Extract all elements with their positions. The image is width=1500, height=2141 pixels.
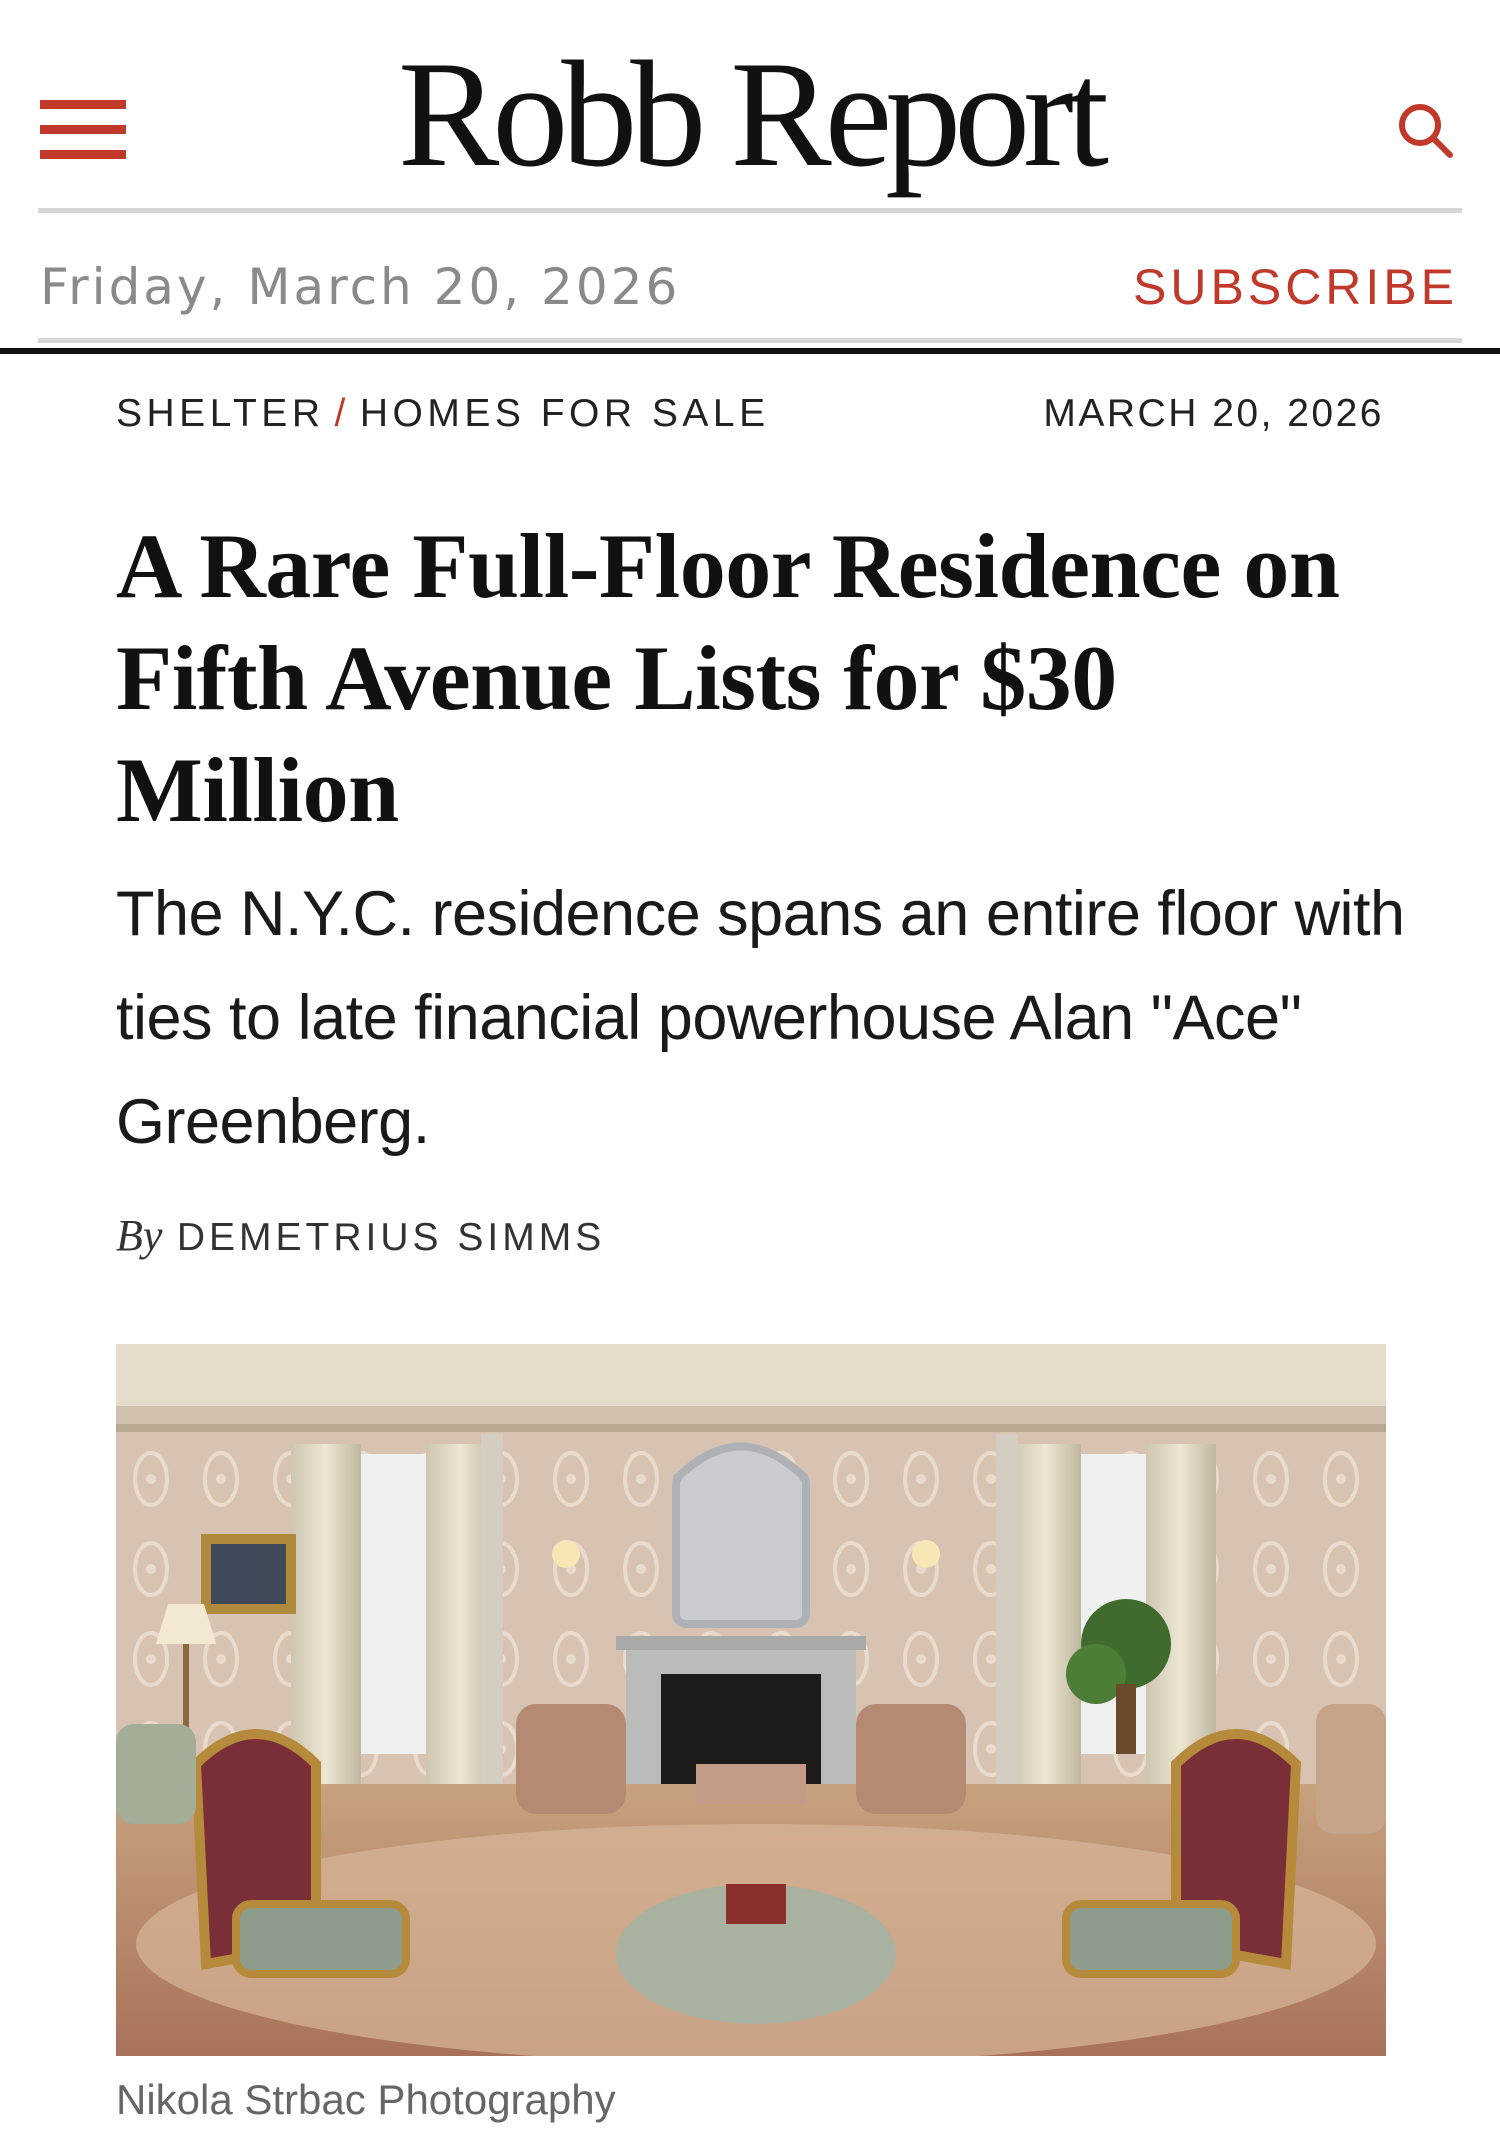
- masthead-divider: [38, 208, 1462, 213]
- header-bottom-rule: [0, 348, 1500, 354]
- image-caption: Nikola Strbac Photography: [116, 2076, 616, 2123]
- subscribe-link[interactable]: SUBSCRIBE: [1133, 258, 1458, 316]
- article-dek: The N.Y.C. residence spans an entire flo…: [116, 879, 1405, 1157]
- date-bar-divider: [38, 338, 1462, 343]
- article-date: MARCH 20, 2026: [1043, 392, 1384, 435]
- author-link[interactable]: DEMETRIUS SIMMS: [177, 1216, 605, 1259]
- hero-image[interactable]: [116, 1344, 1386, 2056]
- breadcrumb-section-link[interactable]: SHELTER: [116, 392, 325, 435]
- article-headline: A Rare Full-Floor Residence on Fifth Ave…: [116, 515, 1340, 841]
- breadcrumb-subsection-link[interactable]: HOMES FOR SALE: [360, 392, 770, 435]
- masthead: Robb Report: [0, 0, 1500, 212]
- breadcrumb-separator: /: [334, 392, 350, 435]
- byline: By DEMETRIUS SIMMS: [116, 1210, 605, 1261]
- byline-prefix: By: [116, 1211, 163, 1260]
- hamburger-menu-icon[interactable]: [40, 100, 126, 160]
- breadcrumb: SHELTER / HOMES FOR SALE: [116, 392, 770, 436]
- current-date: Friday, March 20, 2026: [40, 258, 681, 316]
- search-icon[interactable]: [1392, 95, 1464, 167]
- site-logo[interactable]: Robb Report: [370, 38, 1130, 190]
